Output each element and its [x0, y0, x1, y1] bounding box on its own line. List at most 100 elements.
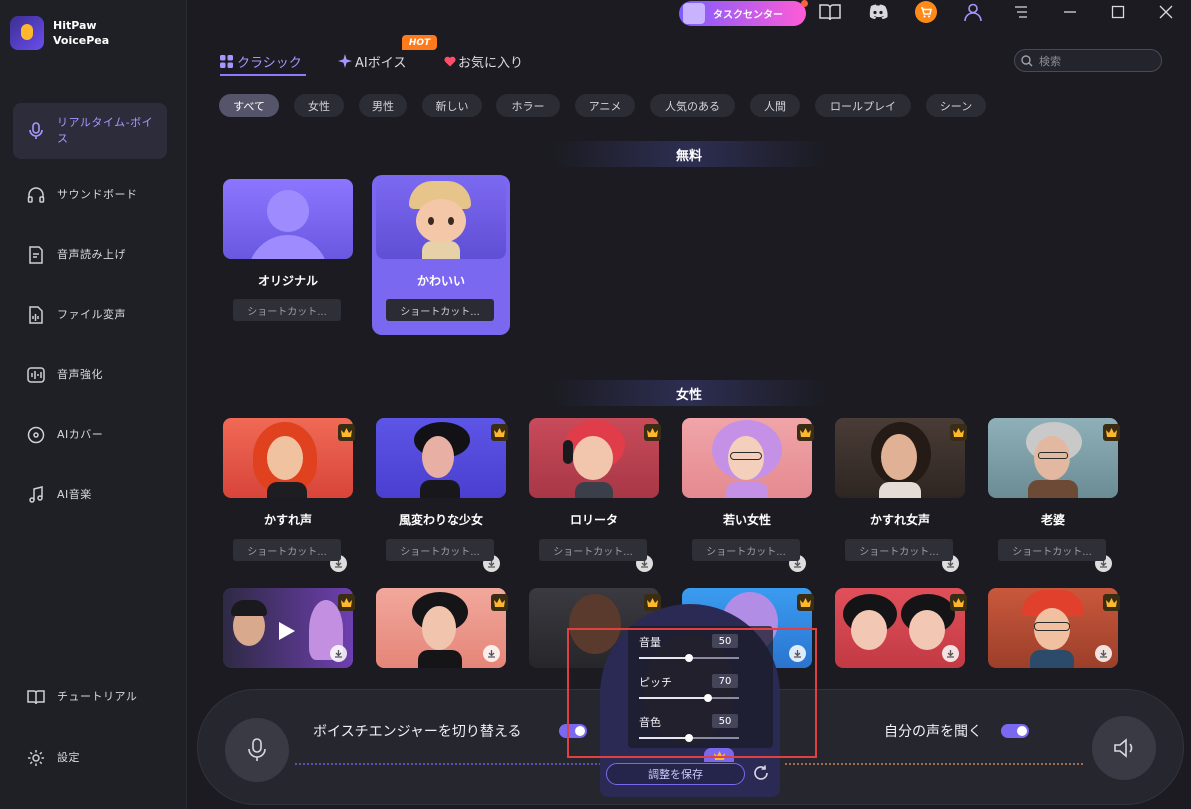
close-icon[interactable]: [1154, 0, 1178, 24]
filter-chip-anime[interactable]: アニメ: [575, 94, 635, 117]
input-waveform: [295, 763, 600, 765]
sidebar-item-tutorial[interactable]: チュートリアル: [13, 669, 167, 725]
voice-thumbnail: [835, 418, 965, 498]
filter-chip-roleplay[interactable]: ロールプレイ: [815, 94, 911, 117]
save-adjustment-button[interactable]: 調整を保存: [606, 763, 745, 785]
voice-card-row2-2[interactable]: [376, 588, 514, 668]
microphone-icon: [25, 120, 47, 142]
voice-card-quirky-girl[interactable]: 風変わりな少女 ショートカット...: [376, 418, 514, 578]
sidebar-item-label: サウンドボード: [57, 188, 138, 201]
voice-name: 若い女性: [722, 513, 771, 527]
shortcut-field[interactable]: ショートカット...: [845, 539, 953, 561]
sidebar-item-enhance[interactable]: 音声強化: [13, 347, 167, 403]
download-icon[interactable]: [1095, 645, 1112, 662]
headphones-icon: [25, 184, 47, 206]
pitch-slider[interactable]: [639, 697, 739, 699]
pitch-value: 70: [712, 674, 738, 688]
minimize-icon[interactable]: [1058, 0, 1082, 24]
crown-icon: [704, 748, 734, 762]
voice-card-original[interactable]: オリジナル ショートカット...: [223, 179, 361, 339]
crown-icon: [644, 424, 661, 441]
crown-icon: [491, 594, 508, 611]
speaker-button[interactable]: [1092, 716, 1156, 780]
timbre-label: 音色: [639, 716, 661, 729]
sidebar-item-label: AI音楽: [57, 488, 92, 501]
volume-slider-handle[interactable]: [685, 654, 693, 662]
sidebar-item-soundboard[interactable]: サウンドボード: [13, 167, 167, 223]
filter-chip-human[interactable]: 人間: [750, 94, 800, 117]
sidebar-item-ai-cover[interactable]: AIカバー: [13, 407, 167, 463]
crown-icon: [797, 424, 814, 441]
voice-card-husky-female[interactable]: かすれ女声 ショートカット...: [835, 418, 973, 578]
cart-icon[interactable]: [914, 0, 938, 24]
filter-chip-scene[interactable]: シーン: [926, 94, 986, 117]
sidebar-item-ai-music[interactable]: AI音楽: [13, 467, 167, 523]
search-input[interactable]: 検索: [1014, 49, 1162, 72]
shortcut-field[interactable]: ショートカット...: [233, 299, 341, 321]
voice-card-row2-1[interactable]: [223, 588, 361, 668]
output-waveform: [785, 763, 1085, 765]
voice-card-young-woman[interactable]: 若い女性 ショートカット...: [682, 418, 820, 578]
download-icon[interactable]: [330, 645, 347, 662]
voice-card-husky[interactable]: かすれ声 ショートカット...: [223, 418, 361, 578]
timbre-slider-handle[interactable]: [685, 734, 693, 742]
shortcut-field[interactable]: ショートカット...: [386, 299, 494, 321]
voice-changer-toggle[interactable]: [559, 724, 587, 738]
app-logo: HitPaw VoicePea: [10, 16, 109, 50]
shortcut-field[interactable]: ショートカット...: [386, 539, 494, 561]
download-icon[interactable]: [789, 645, 806, 662]
pitch-slider-handle[interactable]: [704, 694, 712, 702]
user-icon[interactable]: [961, 0, 985, 24]
crown-icon: [491, 424, 508, 441]
listen-toggle[interactable]: [1001, 724, 1029, 738]
voice-card-lolita[interactable]: ロリータ ショートカット...: [529, 418, 667, 578]
download-icon[interactable]: [942, 645, 959, 662]
sidebar-item-settings[interactable]: 設定: [13, 730, 167, 786]
filter-chip-male[interactable]: 男性: [359, 94, 407, 117]
voice-name: ロリータ: [569, 513, 618, 527]
sidebar-item-label: ファイル変声: [57, 308, 126, 321]
reset-icon[interactable]: [752, 764, 770, 786]
tab-classic[interactable]: クラシック: [220, 50, 302, 72]
crown-icon: [797, 594, 814, 611]
sidebar-item-realtime-voice[interactable]: リアルタイム-ボイス: [13, 103, 167, 159]
enhance-icon: [25, 364, 47, 386]
crown-icon: [950, 424, 967, 441]
filter-chip-horror[interactable]: ホラー: [496, 94, 560, 117]
tab-favorites[interactable]: お気に入り: [444, 50, 523, 72]
sidebar-item-file-voice[interactable]: ファイル変声: [13, 287, 167, 343]
speaker-icon: [1114, 738, 1133, 758]
menu-icon[interactable]: [1009, 0, 1033, 24]
sidebar-item-tts[interactable]: 音声読み上げ: [13, 227, 167, 283]
download-icon[interactable]: [483, 645, 500, 662]
voice-card-old-woman[interactable]: 老婆 ショートカット...: [988, 418, 1126, 578]
shortcut-field[interactable]: ショートカット...: [998, 539, 1106, 561]
filter-chip-all[interactable]: すべて: [219, 94, 279, 117]
task-center-button[interactable]: タスクセンター: [679, 0, 808, 26]
filter-chip-female[interactable]: 女性: [294, 94, 344, 117]
heart-icon: [444, 56, 456, 66]
sidebar-settings-label: 設定: [57, 751, 80, 764]
voice-card-cute[interactable]: かわいい ショートカット...: [372, 175, 510, 335]
shortcut-field[interactable]: ショートカット...: [233, 539, 341, 561]
audio-file-icon: [25, 304, 47, 326]
crown-icon: [1103, 594, 1120, 611]
volume-label: 音量: [639, 636, 661, 649]
voice-thumbnail: [529, 418, 659, 498]
voice-name: 老婆: [1040, 513, 1065, 527]
filter-chip-new[interactable]: 新しい: [422, 94, 482, 117]
sidebar-item-label: 音声強化: [57, 368, 103, 381]
voice-name: かすれ声: [263, 513, 312, 527]
filter-chip-popular[interactable]: 人気のある: [650, 94, 735, 117]
book-icon[interactable]: [818, 0, 842, 24]
shortcut-field[interactable]: ショートカット...: [692, 539, 800, 561]
voice-card-row2-5[interactable]: [835, 588, 973, 668]
microphone-button[interactable]: [225, 718, 289, 782]
shortcut-field[interactable]: ショートカット...: [539, 539, 647, 561]
voice-thumbnail: [223, 418, 353, 498]
discord-icon[interactable]: [866, 0, 890, 24]
voice-card-row2-6[interactable]: [988, 588, 1126, 668]
tab-ai-voice[interactable]: AIボイス: [338, 50, 406, 72]
maximize-icon[interactable]: [1106, 0, 1130, 24]
pitch-label: ピッチ: [639, 676, 672, 689]
